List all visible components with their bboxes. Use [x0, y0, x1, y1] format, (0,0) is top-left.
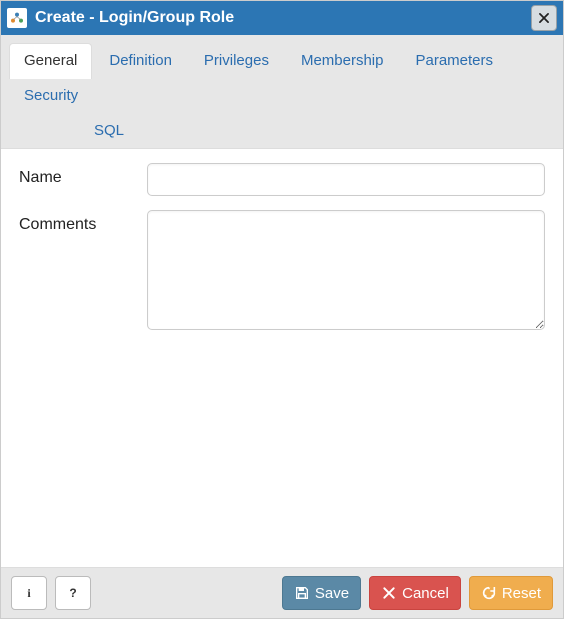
save-button[interactable]: Save — [282, 576, 361, 610]
info-icon: i — [21, 585, 37, 601]
tab-label: Privileges — [204, 52, 269, 69]
cancel-label: Cancel — [402, 586, 449, 601]
window-title: Create - Login/Group Role — [35, 9, 531, 27]
tab-label: Definition — [109, 52, 172, 69]
titlebar: Create - Login/Group Role — [1, 1, 563, 35]
tab-label: Membership — [301, 52, 384, 69]
tab-security[interactable]: Security — [9, 78, 93, 114]
tab-privileges[interactable]: Privileges — [189, 43, 284, 79]
reset-icon — [481, 585, 497, 601]
svg-text:?: ? — [69, 586, 76, 600]
tab-membership[interactable]: Membership — [286, 43, 399, 79]
tab-label: SQL — [94, 122, 124, 139]
save-label: Save — [315, 586, 349, 601]
close-icon — [537, 11, 551, 25]
reset-button[interactable]: Reset — [469, 576, 553, 610]
app-icon — [7, 8, 27, 28]
help-button[interactable]: ? — [55, 576, 91, 610]
tab-label: Parameters — [415, 52, 493, 69]
footer: i ? Save C — [1, 567, 563, 618]
cancel-icon — [381, 585, 397, 601]
comments-label: Comments — [19, 210, 147, 234]
tab-parameters[interactable]: Parameters — [400, 43, 508, 79]
dialog: Create - Login/Group Role General Defini… — [0, 0, 564, 619]
svg-text:i: i — [27, 586, 31, 600]
form-body: Name Comments — [1, 149, 563, 567]
form-row-name: Name — [19, 163, 545, 196]
info-button[interactable]: i — [11, 576, 47, 610]
cancel-button[interactable]: Cancel — [369, 576, 461, 610]
save-icon — [294, 585, 310, 601]
tab-label: General — [24, 52, 77, 69]
tab-definition[interactable]: Definition — [94, 43, 187, 79]
name-label: Name — [19, 163, 147, 187]
help-icon: ? — [65, 585, 81, 601]
tab-sql[interactable]: SQL — [79, 113, 553, 149]
tab-general[interactable]: General — [9, 43, 92, 79]
reset-label: Reset — [502, 586, 541, 601]
tab-row-2: SQL — [9, 113, 555, 148]
tabbar: General Definition Privileges Membership… — [1, 35, 563, 149]
tab-label: Security — [24, 87, 78, 104]
form-row-comments: Comments — [19, 210, 545, 334]
close-button[interactable] — [531, 5, 557, 31]
name-input[interactable] — [147, 163, 545, 196]
comments-input[interactable] — [147, 210, 545, 330]
